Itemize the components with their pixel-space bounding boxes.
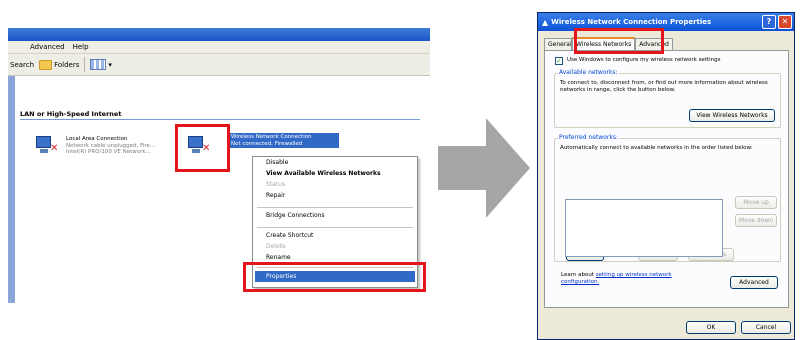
- views-button[interactable]: ▾: [90, 59, 112, 70]
- cancel-button[interactable]: Cancel: [741, 321, 791, 334]
- menu-item-bridge-connections[interactable]: Bridge Connections: [266, 212, 325, 219]
- arrow-right-icon: [438, 118, 530, 218]
- group-header: LAN or High-Speed Internet: [20, 110, 122, 118]
- help-button[interactable]: ?: [762, 15, 776, 29]
- move-up-button[interactable]: Move up: [735, 196, 777, 209]
- folder-icon: [39, 59, 53, 70]
- wireless-properties-dialog: ▲ Wireless Network Connection Properties…: [537, 12, 795, 340]
- highlight-wireless-icon: [175, 124, 230, 172]
- menu-item-view-available-wireless-networks[interactable]: View Available Wireless Networks: [266, 170, 381, 177]
- toolbar: Search Folders ▾: [8, 54, 430, 76]
- highlight-wireless-networks-tab: [574, 28, 664, 54]
- monitor-stand: [40, 149, 48, 153]
- view-wireless-networks-button[interactable]: View Wireless Networks: [689, 109, 775, 122]
- ok-button[interactable]: OK: [686, 321, 736, 334]
- available-networks-title: Available networks:: [558, 69, 619, 76]
- wireless-networks-panel: ✓ Use Windows to configure my wireless n…: [544, 50, 789, 308]
- menu-item-status[interactable]: Status: [266, 181, 285, 188]
- available-networks-text: To connect to, disconnect from, or find …: [560, 80, 768, 93]
- views-caret-icon: ▾: [108, 60, 112, 69]
- preferred-networks-text: Automatically connect to available netwo…: [560, 145, 753, 151]
- search-button[interactable]: Search: [10, 61, 34, 69]
- preferred-networks-list[interactable]: [565, 199, 723, 257]
- menu-item-disable[interactable]: Disable: [266, 159, 288, 166]
- preferred-networks-title: Preferred networks:: [558, 134, 619, 141]
- menu-item-create-shortcut[interactable]: Create Shortcut: [266, 232, 313, 239]
- window-titlebar: [8, 28, 430, 41]
- menu-separator: [257, 207, 413, 208]
- wireless-connection-label[interactable]: Wireless Network Connection Not connecte…: [229, 133, 339, 148]
- lan-connection-label[interactable]: Local Area Connection Network cable unpl…: [66, 136, 186, 156]
- lan-connection-icon[interactable]: ✕: [34, 134, 59, 158]
- wireless-status: Not connected, Firewalled: [231, 140, 303, 147]
- lan-device: Intel(R) PRO/100 VE Network...: [66, 149, 151, 155]
- move-down-button[interactable]: Move down: [735, 214, 777, 227]
- monitor-icon: [36, 136, 51, 148]
- learn-about-prefix: Learn about: [561, 272, 596, 278]
- use-windows-checkbox[interactable]: ✓: [555, 57, 563, 65]
- group-divider: [20, 119, 420, 120]
- disconnected-x-icon: ✕: [50, 143, 59, 154]
- folders-button[interactable]: Folders: [39, 59, 80, 70]
- dialog-title: Wireless Network Connection Properties: [551, 18, 712, 26]
- search-label: Search: [10, 60, 35, 69]
- menu-item-repair[interactable]: Repair: [266, 192, 285, 199]
- highlight-properties-item: [243, 262, 426, 292]
- close-button[interactable]: ✕: [778, 15, 792, 29]
- dialog-footer: OK Cancel: [538, 313, 796, 340]
- menu-item-delete[interactable]: Delete: [266, 243, 286, 250]
- views-icon: [90, 59, 107, 70]
- advanced-button[interactable]: Advanced: [730, 276, 778, 289]
- menu-advanced[interactable]: Advanced: [30, 43, 65, 51]
- use-windows-label: Use Windows to configure my wireless net…: [567, 57, 721, 63]
- toolbar-separator: [84, 57, 86, 72]
- menu-bar: Advanced Help: [8, 41, 430, 54]
- learn-about-text: Learn about setting up wireless network …: [561, 272, 701, 286]
- network-icon: ▲: [542, 17, 549, 27]
- menu-item-rename[interactable]: Rename: [266, 254, 291, 261]
- menu-separator: [257, 227, 413, 228]
- menu-help[interactable]: Help: [73, 43, 89, 51]
- folders-label: Folders: [54, 60, 80, 69]
